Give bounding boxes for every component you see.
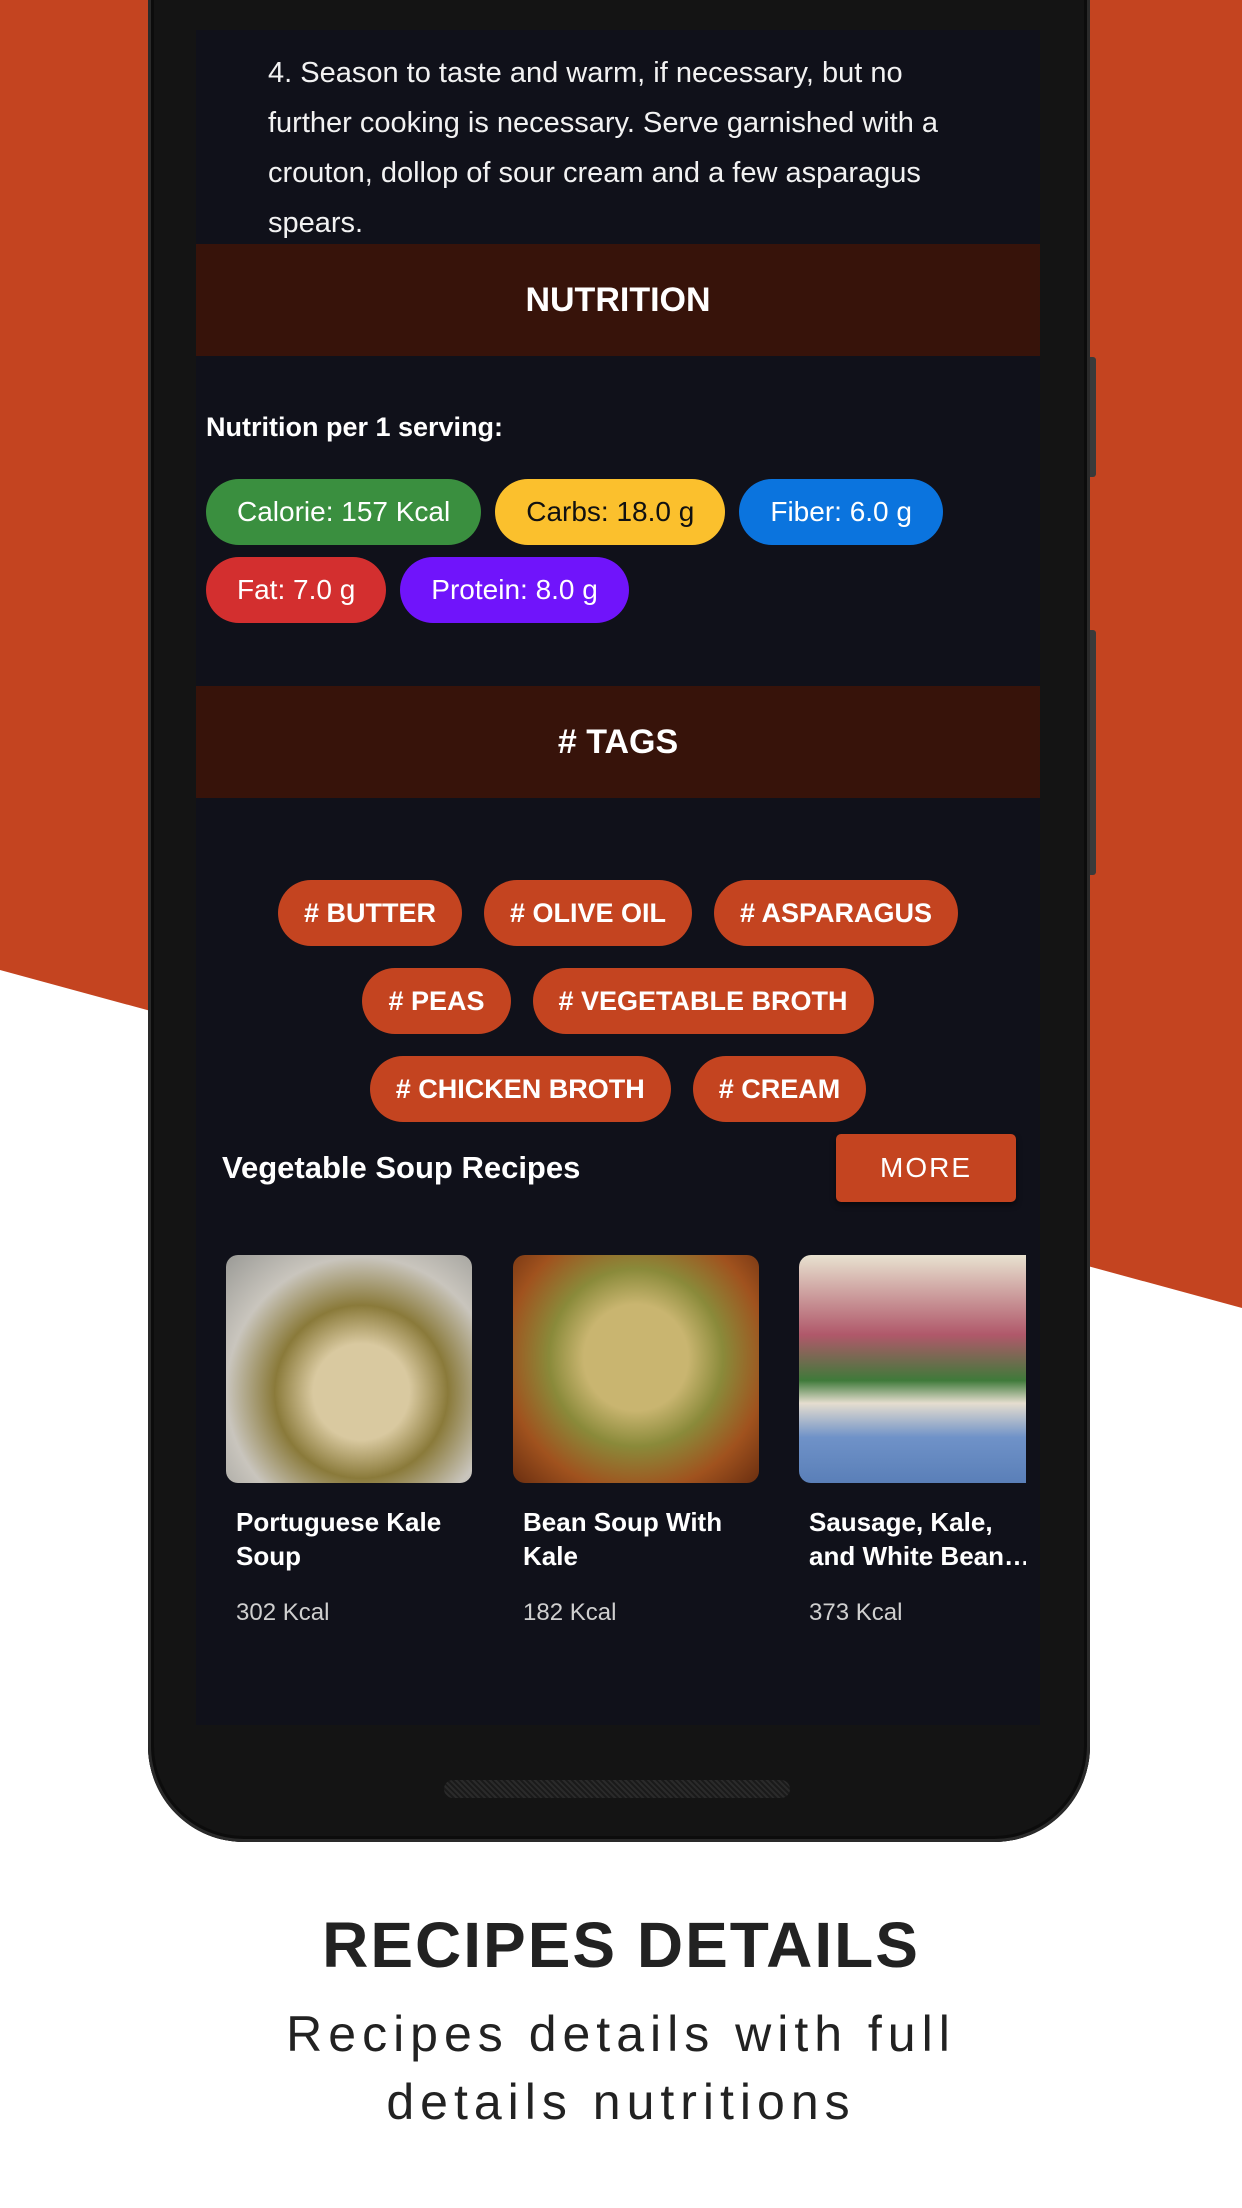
- recipe-card[interactable]: Sausage, Kale, and White Bean… 373 Kcal: [799, 1255, 1026, 1626]
- nutrition-header: NUTRITION: [196, 244, 1040, 356]
- recipe-card-title: Bean Soup With Kale: [523, 1507, 723, 1571]
- recipe-step-text: 4. Season to taste and warm, if necessar…: [268, 57, 939, 239]
- app-screen[interactable]: 4. Season to taste and warm, if necessar…: [196, 30, 1040, 1725]
- tag-chip[interactable]: # ASPARAGUS: [714, 880, 959, 946]
- tag-chip[interactable]: # PEAS: [362, 968, 511, 1034]
- promo-subtitle-line: details nutritions: [386, 2074, 856, 2130]
- volume-button: [1090, 357, 1096, 477]
- recipe-card[interactable]: Bean Soup With Kale 182 Kcal: [513, 1255, 759, 1626]
- nutrition-pill-fat: Fat: 7.0 g: [206, 557, 387, 623]
- promo-subtitle-line: Recipes details with full: [286, 2006, 956, 2062]
- tag-chip[interactable]: # BUTTER: [277, 880, 462, 946]
- promo-subtitle: Recipes details with full details nutrit…: [0, 2000, 1242, 2136]
- recipe-card-kcal: 182 Kcal: [523, 1599, 617, 1626]
- nutrition-pill-calorie: Calorie: 157 Kcal: [206, 479, 482, 545]
- recipe-card-kcal: 302 Kcal: [236, 1599, 330, 1626]
- recipe-card[interactable]: Portuguese Kale Soup 302 Kcal: [226, 1255, 472, 1626]
- recipe-card-kcal: 373 Kcal: [809, 1599, 903, 1626]
- tags-header: # TAGS: [196, 686, 1040, 798]
- tag-chip[interactable]: # OLIVE OIL: [483, 880, 692, 946]
- recipe-card-title: Sausage, Kale, and White Bean…: [809, 1507, 1026, 1571]
- recipe-image: [513, 1255, 759, 1483]
- tag-chip[interactable]: # CHICKEN BROTH: [369, 1056, 671, 1122]
- recipe-image: [226, 1255, 472, 1483]
- related-recipes-title: Vegetable Soup Recipes: [222, 1150, 581, 1185]
- related-recipes-carousel[interactable]: Portuguese Kale Soup 302 Kcal Bean Soup …: [226, 1255, 1026, 1655]
- nutrition-pills: Calorie: 157 Kcal Carbs: 18.0 g Fiber: 6…: [206, 479, 1026, 623]
- nutrition-pill-protein: Protein: 8.0 g: [400, 557, 629, 623]
- recipe-image: [799, 1255, 1026, 1483]
- phone-frame: 4. Season to taste and warm, if necessar…: [148, 0, 1096, 1842]
- nutrition-serving-label: Nutrition per 1 serving:: [206, 412, 504, 442]
- nutrition-pill-fiber: Fiber: 6.0 g: [739, 479, 943, 545]
- promo-title: RECIPES DETAILS: [322, 1909, 920, 1981]
- more-button[interactable]: MORE: [836, 1134, 1016, 1202]
- tag-list: # BUTTER # OLIVE OIL # ASPARAGUS # PEAS …: [256, 880, 980, 1122]
- tag-chip[interactable]: # CREAM: [692, 1056, 867, 1122]
- nutrition-pill-carbs: Carbs: 18.0 g: [495, 479, 726, 545]
- power-button: [1090, 630, 1096, 875]
- recipe-card-title: Portuguese Kale Soup: [236, 1507, 442, 1571]
- tag-chip[interactable]: # VEGETABLE BROTH: [532, 968, 874, 1034]
- speaker-grille: [444, 1780, 790, 1798]
